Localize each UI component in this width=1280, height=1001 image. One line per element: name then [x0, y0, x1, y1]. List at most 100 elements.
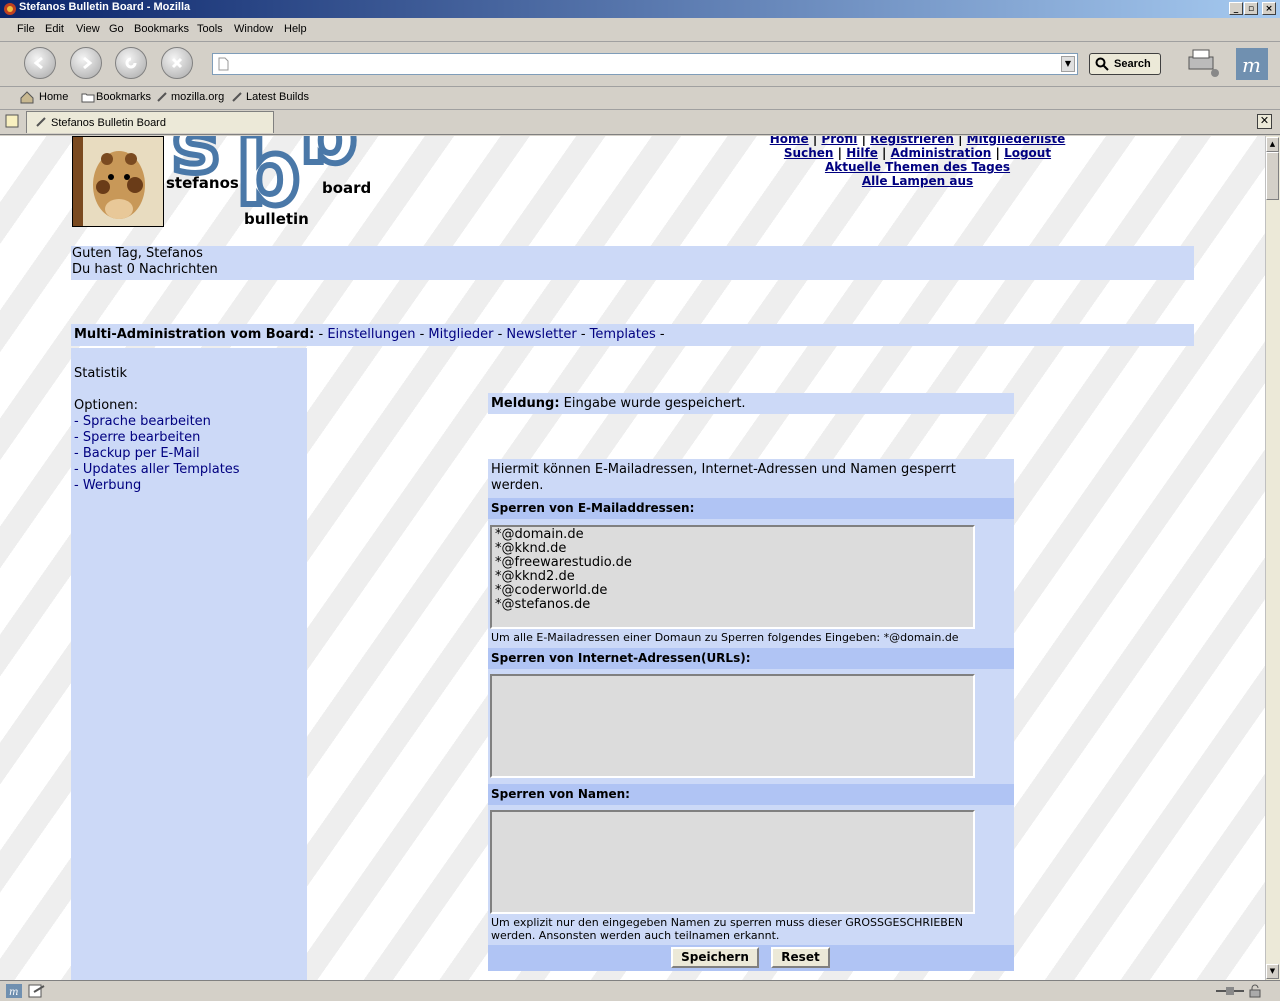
- nav-lampen-aus-link[interactable]: Alle Lampen aus: [862, 174, 973, 188]
- bookmark-bookmarks[interactable]: Bookmarks: [96, 91, 151, 103]
- name-block-textarea[interactable]: [490, 810, 975, 914]
- scrollbar-thumb[interactable]: [1266, 152, 1279, 200]
- admin-bar: Multi-Administration vom Board: - Einste…: [71, 324, 1194, 346]
- nav-mitgliederliste-link[interactable]: Mitgliederliste: [967, 136, 1066, 146]
- nav-suchen-link[interactable]: Suchen: [784, 146, 834, 160]
- sidebar-sperre-link[interactable]: - Sperre bearbeiten: [74, 430, 200, 446]
- logo-word-bulletin: bulletin: [244, 210, 309, 228]
- mozilla-app-icon: [4, 3, 16, 15]
- logo-word-stefanos: stefanos: [166, 174, 239, 192]
- svg-text:m: m: [1242, 53, 1261, 77]
- status-bar: m: [0, 980, 1280, 1001]
- back-arrow-icon: [33, 56, 43, 70]
- online-status-icon[interactable]: [1216, 985, 1244, 997]
- bookmarks-toolbar: Home Bookmarks mozilla.org Latest Builds: [0, 87, 1280, 110]
- admin-templates-link[interactable]: Templates: [590, 327, 656, 342]
- form-intro: Hiermit können E-Mailadressen, Internet-…: [491, 462, 956, 493]
- title-bar: Stefanos Bulletin Board - Mozilla _ ▫ ×: [0, 0, 1280, 18]
- scroll-up-icon[interactable]: ▲: [1266, 137, 1279, 152]
- home-icon: [20, 91, 34, 104]
- reload-button[interactable]: [115, 47, 147, 79]
- sidebar-backup-link[interactable]: - Backup per E-Mail: [74, 446, 200, 462]
- navigation-toolbar: ▼ Search m: [0, 42, 1280, 87]
- nav-logout-link[interactable]: Logout: [1004, 146, 1051, 160]
- mozilla-throbber-icon[interactable]: m: [1236, 48, 1268, 80]
- admin-newsletter-link[interactable]: Newsletter: [506, 327, 576, 342]
- scroll-down-icon[interactable]: ▼: [1266, 964, 1279, 979]
- sidebar-options-label: Optionen:: [74, 398, 139, 413]
- email-header-text: Sperren von E-Mailaddressen:: [491, 501, 695, 515]
- nav-profil-link[interactable]: Profil: [821, 136, 857, 146]
- svg-text:b: b: [300, 136, 357, 181]
- greeting-box: Guten Tag, Stefanos Du hast 0 Nachrichte…: [71, 246, 1194, 280]
- mozilla-status-icon[interactable]: m: [6, 984, 22, 998]
- url-header-text: Sperren von Internet-Adressen(URLs):: [491, 651, 751, 665]
- bookmark-mozilla-org[interactable]: mozilla.org: [171, 91, 224, 103]
- new-tab-icon[interactable]: [4, 113, 20, 129]
- url-input[interactable]: [233, 56, 1057, 74]
- menu-window[interactable]: Window: [234, 23, 273, 35]
- menu-bookmarks[interactable]: Bookmarks: [134, 23, 189, 35]
- forward-arrow-icon: [83, 56, 93, 70]
- url-bar[interactable]: ▼: [212, 53, 1078, 75]
- nav-separator: |: [958, 136, 963, 146]
- back-button[interactable]: [24, 47, 56, 79]
- url-block-textarea[interactable]: [490, 674, 975, 778]
- forward-button[interactable]: [70, 47, 102, 79]
- maximize-button[interactable]: ▫: [1244, 2, 1258, 15]
- menu-tools[interactable]: Tools: [197, 23, 223, 35]
- sidebar-sprache-link[interactable]: - Sprache bearbeiten: [74, 414, 211, 430]
- tab-title: Stefanos Bulletin Board: [51, 117, 166, 129]
- menu-file[interactable]: File: [17, 23, 35, 35]
- sidebar-statistik[interactable]: Statistik: [74, 366, 127, 382]
- window-title: Stefanos Bulletin Board - Mozilla: [19, 1, 191, 13]
- menu-help[interactable]: Help: [284, 23, 307, 35]
- print-icon[interactable]: [1185, 47, 1221, 79]
- menu-go[interactable]: Go: [109, 23, 124, 35]
- bookmark-home[interactable]: Home: [39, 91, 68, 103]
- nav-separator: |: [995, 146, 1000, 160]
- name-section-header: Sperren von Namen:: [488, 784, 1014, 805]
- email-block-textarea[interactable]: *@domain.de *@kknd.de *@freewarestudio.d…: [490, 525, 975, 629]
- top-nav-row-1: Home | Profil | Registrieren | Mitgliede…: [700, 136, 1135, 146]
- admin-mitglieder-link[interactable]: Mitglieder: [428, 327, 493, 342]
- nav-aktuelle-themen-link[interactable]: Aktuelle Themen des Tages: [825, 160, 1010, 174]
- url-dropdown-icon[interactable]: ▼: [1061, 56, 1075, 72]
- block-form: Hiermit können E-Mailadressen, Internet-…: [488, 459, 1014, 971]
- nav-separator: |: [882, 146, 887, 160]
- messages-count-line: Du hast 0 Nachrichten: [72, 262, 218, 277]
- page-icon: [218, 57, 229, 71]
- message-box: Meldung: Eingabe wurde gespeichert.: [488, 393, 1014, 414]
- form-button-bar: Speichern Reset: [488, 945, 1014, 971]
- vertical-scrollbar[interactable]: [1265, 136, 1280, 980]
- email-note: Um alle E-Mailadressen einer Domaun zu S…: [491, 631, 959, 644]
- minimize-button[interactable]: _: [1229, 2, 1243, 15]
- tab-stefanos-bulletin-board[interactable]: Stefanos Bulletin Board: [26, 111, 274, 133]
- page-content: s b b stefanos board bulletin Home | Pro…: [0, 136, 1265, 980]
- admin-dash: -: [659, 327, 665, 342]
- admin-einstellungen-link[interactable]: Einstellungen: [327, 327, 415, 342]
- close-window-button[interactable]: ×: [1262, 2, 1276, 15]
- message-text: Eingabe wurde gespeichert.: [563, 396, 746, 411]
- menu-view[interactable]: View: [76, 23, 100, 35]
- nav-home-link[interactable]: Home: [770, 136, 809, 146]
- stop-button[interactable]: [161, 47, 193, 79]
- nav-administration-link[interactable]: Administration: [891, 146, 992, 160]
- sidebar-updates-link[interactable]: - Updates aller Templates: [74, 462, 240, 478]
- save-button[interactable]: Speichern: [671, 947, 759, 968]
- bookmark-latest-builds[interactable]: Latest Builds: [246, 91, 309, 103]
- logo-word-board: board: [322, 179, 372, 197]
- lock-icon: [1249, 984, 1261, 998]
- nav-hilfe-link[interactable]: Hilfe: [846, 146, 878, 160]
- composer-icon[interactable]: [28, 984, 46, 998]
- admin-dash: -: [497, 327, 503, 342]
- close-tab-icon[interactable]: ✕: [1257, 114, 1272, 129]
- reset-button[interactable]: Reset: [771, 947, 830, 968]
- search-button[interactable]: Search: [1089, 53, 1161, 75]
- admin-dash: -: [318, 327, 324, 342]
- menu-edit[interactable]: Edit: [45, 23, 64, 35]
- name-header-text: Sperren von Namen:: [491, 787, 630, 801]
- nav-registrieren-link[interactable]: Registrieren: [870, 136, 954, 146]
- sidebar-werbung-link[interactable]: - Werbung: [74, 478, 141, 494]
- name-note: Um explizit nur den eingegeben Namen zu …: [491, 916, 963, 942]
